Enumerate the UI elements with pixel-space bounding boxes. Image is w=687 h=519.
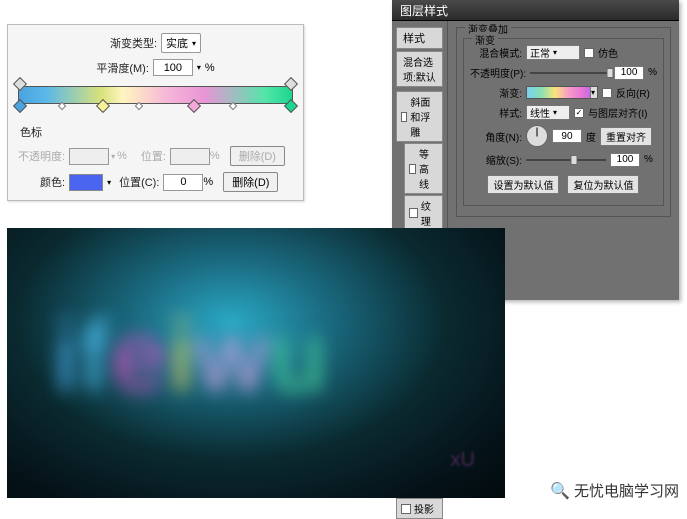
stop-opacity-label: 不透明度: bbox=[18, 148, 65, 164]
gradient-label: 渐变: bbox=[470, 85, 522, 100]
scale-input[interactable] bbox=[610, 153, 640, 167]
stop-position2-label: 位置(C): bbox=[119, 174, 159, 190]
scale-slider[interactable] bbox=[526, 158, 606, 162]
opacity-input[interactable] bbox=[614, 66, 644, 80]
effect-item[interactable]: 斜面和浮雕 bbox=[396, 91, 443, 142]
inner-group-title: 渐变 bbox=[472, 32, 498, 47]
chevron-down-icon: ▾ bbox=[553, 108, 557, 117]
delete-opacity-stop-button: 删除(D) bbox=[230, 146, 285, 166]
watermark-faint: xU bbox=[451, 449, 475, 472]
reverse-label: 反向(R) bbox=[616, 85, 650, 100]
effect-preview: ifeiwu xU bbox=[7, 228, 505, 498]
stop-color-label: 颜色: bbox=[40, 174, 65, 190]
stop-position1-label: 位置: bbox=[141, 148, 166, 164]
chevron-down-icon: ▾ bbox=[192, 39, 196, 48]
stops-title: 色标 bbox=[20, 124, 291, 140]
stop-position1-input bbox=[170, 148, 210, 165]
reset-align-button[interactable]: 重置对齐 bbox=[600, 127, 652, 146]
reverse-checkbox[interactable] bbox=[602, 88, 612, 98]
effect-checkbox[interactable] bbox=[401, 504, 411, 514]
scale-unit: % bbox=[644, 154, 653, 165]
styles-header[interactable]: 样式 bbox=[396, 27, 443, 49]
reset-default-button[interactable]: 复位为默认值 bbox=[567, 175, 639, 194]
effect-checkbox[interactable] bbox=[409, 208, 418, 218]
scale-label: 缩放(S): bbox=[470, 152, 522, 167]
gradient-type-value: 实底 bbox=[166, 35, 188, 51]
gradient-picker[interactable]: ▾ bbox=[526, 86, 598, 99]
gradient-preview-bar bbox=[18, 86, 293, 104]
blend-defaults-header[interactable]: 混合选项:默认 bbox=[396, 51, 443, 87]
stop-opacity-input bbox=[69, 148, 109, 165]
gradient-type-label: 渐变类型: bbox=[110, 35, 157, 51]
dialog-title-bar[interactable]: 图层样式 bbox=[392, 0, 679, 21]
opacity-slider[interactable] bbox=[530, 71, 610, 75]
align-label: 与图层对齐(I) bbox=[588, 105, 647, 120]
stop-position2-unit: % bbox=[203, 176, 213, 188]
smoothness-label: 平滑度(M): bbox=[96, 60, 149, 76]
dither-checkbox[interactable] bbox=[584, 48, 594, 58]
chevron-down-icon: ▾ bbox=[590, 87, 597, 98]
gradient-bar[interactable] bbox=[18, 86, 293, 104]
gradient-editor-panel: 渐变类型: 实底 ▾ 平滑度(M): ▾ % 色标 不透明度: ▾ % 位置: … bbox=[7, 24, 304, 201]
search-icon: 🔍 bbox=[550, 481, 570, 501]
smoothness-unit: % bbox=[205, 62, 215, 74]
stop-opacity-unit: % bbox=[117, 150, 127, 162]
style-select[interactable]: 线性 ▾ bbox=[526, 105, 570, 120]
angle-dial[interactable] bbox=[526, 125, 548, 147]
opacity-label: 不透明度(P): bbox=[470, 65, 526, 80]
effect-item[interactable]: 投影 bbox=[396, 498, 443, 519]
chevron-down-icon[interactable]: ▾ bbox=[107, 178, 111, 187]
preview-text: ifeiwu bbox=[55, 300, 330, 413]
style-label: 样式: bbox=[470, 105, 522, 120]
set-default-button[interactable]: 设置为默认值 bbox=[487, 175, 559, 194]
angle-unit: 度 bbox=[586, 129, 596, 144]
chevron-down-icon: ▾ bbox=[197, 63, 201, 72]
smoothness-input[interactable] bbox=[153, 59, 193, 76]
opacity-unit: % bbox=[648, 67, 657, 78]
angle-input[interactable] bbox=[552, 129, 582, 143]
align-checkbox[interactable] bbox=[574, 108, 584, 118]
effect-label: 斜面和浮雕 bbox=[410, 94, 438, 139]
effect-checkbox[interactable] bbox=[401, 112, 407, 122]
chevron-down-icon: ▾ bbox=[111, 152, 115, 161]
effect-label: 等高线 bbox=[419, 146, 438, 191]
gradient-type-select[interactable]: 实底 ▾ bbox=[161, 33, 201, 53]
blend-mode-select[interactable]: 正常 ▾ bbox=[526, 45, 580, 60]
delete-color-stop-button[interactable]: 删除(D) bbox=[223, 172, 278, 192]
effect-checkbox[interactable] bbox=[409, 164, 416, 174]
effect-label: 纹理 bbox=[421, 198, 438, 228]
watermark: 🔍 无忧电脑学习网 bbox=[550, 480, 679, 501]
chevron-down-icon: ▾ bbox=[553, 48, 557, 57]
effect-label: 投影 bbox=[414, 501, 434, 516]
effect-item[interactable]: 纹理 bbox=[404, 195, 443, 231]
stop-position2-input[interactable] bbox=[163, 174, 203, 191]
effect-item[interactable]: 等高线 bbox=[404, 143, 443, 194]
dither-label: 仿色 bbox=[598, 45, 618, 60]
stop-color-swatch[interactable] bbox=[69, 174, 103, 191]
stop-position1-unit: % bbox=[210, 150, 220, 162]
angle-label: 角度(N): bbox=[470, 129, 522, 144]
blend-mode-label: 混合模式: bbox=[470, 45, 522, 60]
dialog-title: 图层样式 bbox=[400, 2, 448, 19]
